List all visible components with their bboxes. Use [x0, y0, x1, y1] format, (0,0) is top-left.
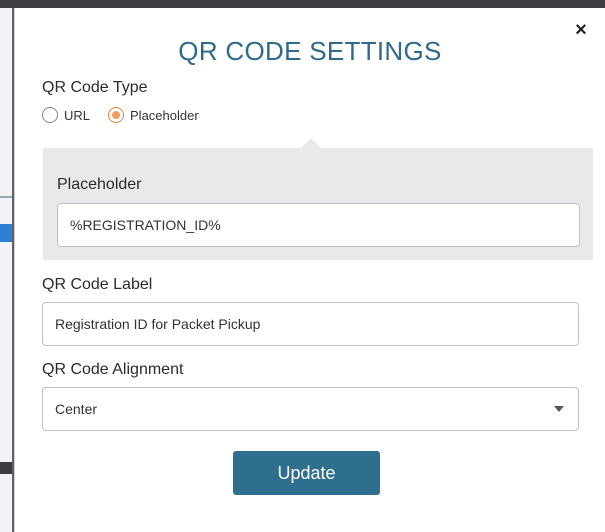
placeholder-label: Placeholder	[57, 176, 142, 193]
alignment-select-value: Center	[55, 401, 98, 417]
background-app-top	[0, 0, 605, 8]
background-selected-item	[0, 224, 12, 242]
background-divider	[0, 196, 12, 198]
placeholder-panel: Placeholder %REGISTRATION_ID%	[43, 138, 593, 260]
update-button[interactable]: Update	[233, 451, 380, 495]
alignment-label: QR Code Alignment	[42, 361, 184, 378]
chevron-down-icon[interactable]	[554, 406, 564, 412]
radio-placeholder-label[interactable]: Placeholder	[130, 108, 199, 123]
radio-url[interactable]	[42, 107, 58, 123]
qr-label-label: QR Code Label	[42, 276, 153, 293]
qr-type-radio-group: URL Placeholder	[42, 107, 217, 123]
placeholder-input-value: %REGISTRATION_ID%	[70, 217, 221, 233]
placeholder-input[interactable]: %REGISTRATION_ID%	[57, 203, 580, 247]
qr-label-input-value: Registration ID for Packet Pickup	[55, 316, 261, 332]
background-app-left	[0, 8, 12, 532]
radio-url-label[interactable]: URL	[64, 108, 90, 123]
alignment-select[interactable]: Center	[42, 387, 579, 431]
qr-settings-modal: × QR CODE SETTINGS QR Code Type URL Plac…	[14, 8, 605, 532]
modal-title: QR CODE SETTINGS	[178, 36, 442, 66]
radio-placeholder[interactable]	[108, 107, 125, 123]
qr-type-label: QR Code Type	[42, 79, 148, 96]
background-dark-item	[0, 462, 12, 474]
qr-label-input[interactable]: Registration ID for Packet Pickup	[42, 302, 579, 346]
